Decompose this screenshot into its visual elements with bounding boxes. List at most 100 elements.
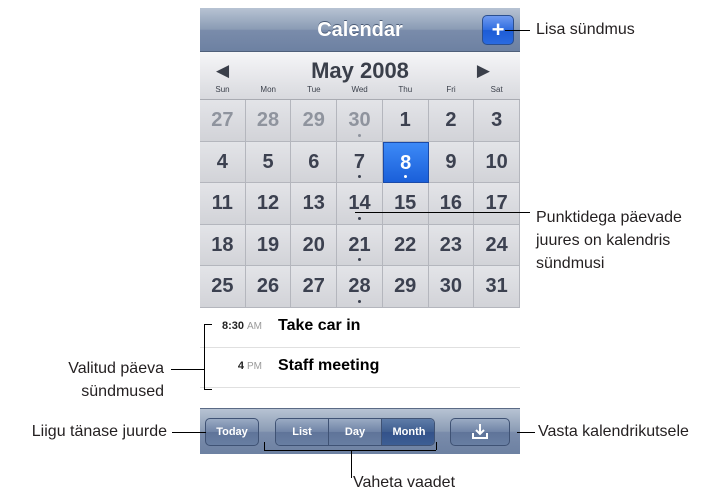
day-cell[interactable]: 14: [337, 183, 383, 225]
weekday-label: Sun: [215, 85, 230, 94]
day-cell[interactable]: 27: [291, 266, 338, 308]
annotation-dots-2: juures on kalendris: [536, 232, 671, 249]
day-cell[interactable]: 30: [337, 100, 383, 142]
view-switcher: List Day Month: [275, 418, 435, 446]
day-number: 23: [439, 233, 463, 256]
day-number: 12: [256, 192, 280, 215]
day-cell[interactable]: 2: [428, 100, 475, 142]
day-cell[interactable]: 27: [200, 100, 246, 142]
day-number: 21: [348, 233, 371, 256]
day-number: 9: [445, 150, 457, 173]
day-cell[interactable]: 22: [382, 224, 429, 267]
day-number: 29: [394, 275, 417, 298]
event-row[interactable]: 8:30 AM Take car in: [200, 308, 520, 348]
day-cell[interactable]: 7: [337, 141, 383, 184]
calendar-screen: Calendar + ◀ May 2008 ▶ Sun Mon Tue Wed Thu F…: [200, 8, 520, 454]
day-number: 11: [211, 192, 233, 215]
event-list: 8:30 AM Take car in 4 PM Staff meeting: [200, 308, 520, 408]
respond-invitations-button[interactable]: [450, 418, 510, 446]
day-cell[interactable]: 5: [245, 141, 292, 184]
weekday-label: Tue: [307, 85, 321, 94]
day-number: 30: [348, 109, 371, 131]
callout-bracket: [264, 450, 436, 451]
day-cell[interactable]: 6: [291, 141, 338, 184]
day-cell[interactable]: 8: [382, 141, 429, 184]
day-number: 28: [348, 275, 371, 298]
day-number: 2: [445, 109, 457, 131]
day-cell[interactable]: 30: [428, 266, 475, 308]
app-title: Calendar: [317, 19, 403, 41]
event-dot-icon: [357, 175, 361, 179]
day-number: 29: [302, 109, 325, 131]
day-cell[interactable]: 17: [474, 183, 520, 225]
day-cell[interactable]: 23: [428, 224, 475, 267]
weekday-label: Mon: [260, 85, 276, 94]
annotation-add-event: Lisa sündmus: [536, 21, 635, 38]
callout-bracket: [204, 389, 212, 390]
day-cell[interactable]: 11: [200, 183, 246, 225]
event-time: 8:30 AM: [221, 320, 262, 332]
day-number: 3: [491, 109, 503, 131]
event-time: 4 PM: [237, 360, 262, 372]
title-bar: Calendar +: [200, 8, 520, 52]
day-cell[interactable]: 12: [245, 183, 292, 225]
event-dot-icon: [357, 133, 361, 137]
bottom-toolbar: Today List Day Month: [200, 408, 520, 454]
day-number: 10: [485, 150, 508, 173]
day-number: 28: [256, 109, 280, 131]
day-cell[interactable]: 25: [200, 266, 246, 308]
day-cell[interactable]: 21: [337, 224, 383, 267]
day-number: 18: [211, 233, 234, 256]
day-cell[interactable]: 28: [245, 100, 292, 142]
day-number: 27: [211, 109, 234, 131]
day-cell[interactable]: 4: [200, 141, 246, 184]
callout-line: [171, 369, 204, 370]
download-tray-icon: [470, 424, 490, 445]
day-cell[interactable]: 29: [291, 100, 338, 142]
callout-bracket: [204, 324, 212, 325]
annotation-selected-2: sündmused: [81, 383, 164, 400]
day-number: 22: [394, 233, 417, 256]
next-month-icon[interactable]: ▶: [477, 61, 490, 81]
day-cell[interactable]: 13: [291, 183, 338, 225]
day-cell[interactable]: 16: [428, 183, 475, 225]
annotation-dots-3: sündmusi: [536, 255, 605, 272]
day-cell[interactable]: 9: [428, 141, 475, 184]
callout-bracket: [204, 324, 205, 390]
day-number: 15: [394, 192, 417, 215]
day-cell[interactable]: 24: [474, 224, 520, 267]
callout-line: [517, 432, 535, 433]
day-cell[interactable]: 10: [474, 141, 520, 184]
annotation-go-today: Liigu tänase juurde: [31, 423, 167, 440]
day-number: 13: [302, 192, 325, 215]
day-number: 25: [211, 275, 234, 298]
day-cell[interactable]: 20: [291, 224, 338, 267]
day-cell[interactable]: 28: [337, 266, 383, 308]
day-number: 4: [216, 150, 228, 173]
callout-bracket: [264, 442, 265, 450]
day-number: 30: [439, 275, 463, 298]
view-list-button[interactable]: List: [276, 419, 329, 445]
annotation-switch-view: Vaheta vaadet: [353, 474, 456, 491]
view-day-button[interactable]: Day: [329, 419, 382, 445]
day-number: 5: [262, 150, 274, 173]
callout-line: [172, 432, 206, 433]
callout-line: [505, 30, 530, 31]
day-cell[interactable]: 19: [245, 224, 292, 267]
event-row[interactable]: 4 PM Staff meeting: [200, 348, 520, 388]
day-cell[interactable]: 3: [474, 100, 520, 142]
day-cell[interactable]: 15: [382, 183, 429, 225]
day-cell[interactable]: 1: [382, 100, 429, 142]
month-grid: 27 28 29 30 1 2 3 4 5 6 7 8 9 10 11 12 13 14 15 16 17 18 19 20 2…: [200, 100, 520, 308]
day-number: 27: [302, 275, 325, 298]
day-number: 8: [400, 151, 412, 174]
view-month-button[interactable]: Month: [382, 419, 434, 445]
day-cell[interactable]: 29: [382, 266, 429, 308]
day-cell[interactable]: 18: [200, 224, 246, 267]
day-cell[interactable]: 31: [474, 266, 520, 308]
weekday-label: Thu: [398, 85, 413, 94]
today-button[interactable]: Today: [205, 418, 259, 446]
day-cell[interactable]: 26: [245, 266, 292, 308]
annotation-dots-1: Punktidega päevade: [536, 209, 682, 226]
weekday-label: Fri: [446, 85, 456, 94]
